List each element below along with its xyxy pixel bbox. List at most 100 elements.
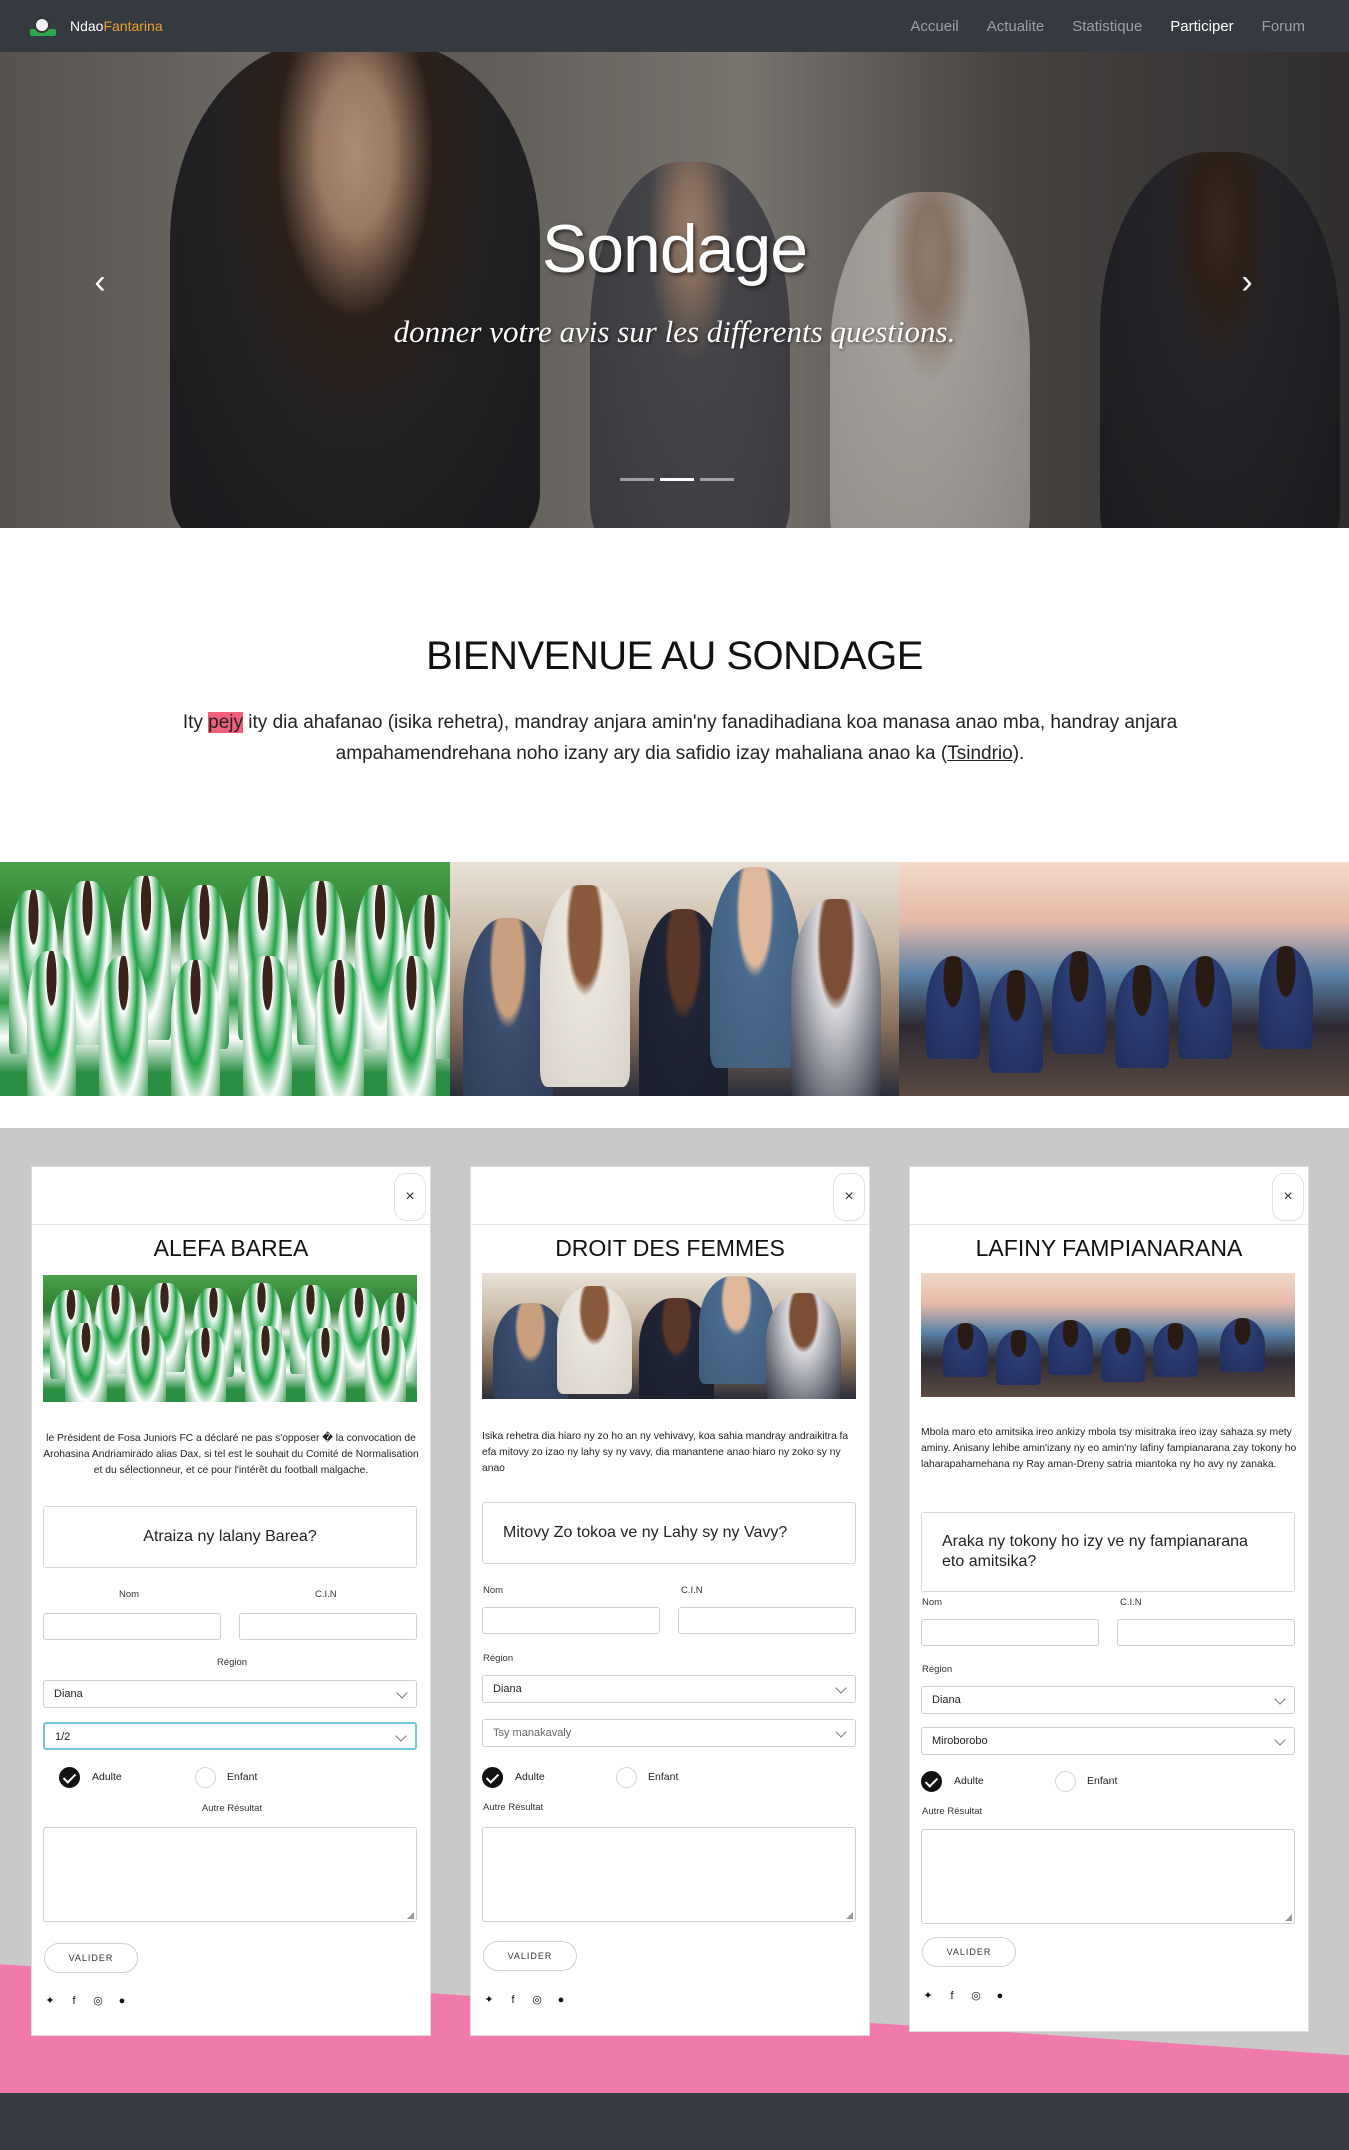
chevron-right-icon[interactable]: › xyxy=(1232,262,1262,302)
nom-input[interactable] xyxy=(921,1619,1099,1646)
twitter-icon[interactable]: ✦ xyxy=(483,1994,495,2006)
answer-select[interactable]: Tsy manakavaly xyxy=(482,1719,856,1747)
region-label: Région xyxy=(483,1653,514,1664)
carousel-indicator-active[interactable] xyxy=(660,478,694,481)
nom-label: Nom xyxy=(922,1597,943,1608)
enfant-label: Enfant xyxy=(1087,1775,1118,1787)
nav-link-statistique[interactable]: Statistique xyxy=(1072,18,1142,35)
twitter-icon[interactable]: ✦ xyxy=(922,1990,934,2002)
carousel-indicator[interactable] xyxy=(700,478,734,481)
chevron-down-icon xyxy=(1274,1734,1286,1746)
adulte-radio[interactable] xyxy=(59,1767,80,1788)
nav-link-participer[interactable]: Participer xyxy=(1170,18,1233,35)
cin-input[interactable] xyxy=(239,1613,417,1640)
github-icon[interactable]: ● xyxy=(555,1994,567,2006)
adulte-radio[interactable] xyxy=(921,1771,942,1792)
instagram-icon[interactable]: ◎ xyxy=(92,1995,104,2007)
chevron-down-icon xyxy=(395,1730,407,1742)
region-select[interactable]: Diana xyxy=(482,1675,856,1703)
nav-link-forum[interactable]: Forum xyxy=(1262,18,1305,35)
cin-input[interactable] xyxy=(1117,1619,1295,1646)
cin-input[interactable] xyxy=(678,1607,856,1634)
valider-button[interactable]: VALIDER xyxy=(483,1941,577,1971)
social-links: ✦ f ◎ ● xyxy=(44,1995,140,2007)
footer xyxy=(0,2093,1349,2150)
card-description: Isika rehetra dia hiaro ny zo ho an ny v… xyxy=(482,1431,849,1474)
social-links: ✦ f ◎ ● xyxy=(922,1990,1018,2002)
nom-input[interactable] xyxy=(43,1613,221,1640)
close-button[interactable]: × xyxy=(833,1173,865,1221)
question-box: Mitovy Zo tokoa ve ny Lahy sy ny Vavy? xyxy=(482,1502,856,1564)
classroom-children-image xyxy=(921,1273,1295,1397)
valider-button[interactable]: VALIDER xyxy=(44,1943,138,1973)
card-description: le Président de Fosa Juniors FC a déclar… xyxy=(43,1433,419,1476)
adulte-label: Adulte xyxy=(92,1771,122,1783)
carousel-indicators xyxy=(617,478,737,481)
github-icon[interactable]: ● xyxy=(994,1990,1006,2002)
region-label: Région xyxy=(922,1664,953,1675)
diverse-people-image xyxy=(482,1273,856,1399)
facebook-icon[interactable]: f xyxy=(68,1995,80,2007)
social-links: ✦ f ◎ ● xyxy=(483,1994,579,2006)
nom-input[interactable] xyxy=(482,1607,660,1634)
answer-select[interactable]: 1/2 xyxy=(43,1722,417,1750)
region-label: Région xyxy=(216,1657,248,1668)
cin-label: C.I.N xyxy=(1120,1597,1142,1608)
twitter-icon[interactable]: ✦ xyxy=(44,1995,56,2007)
autre-resultat-textarea[interactable] xyxy=(482,1827,856,1922)
nav-link-accueil[interactable]: Accueil xyxy=(910,18,958,35)
football-team-image xyxy=(0,862,450,1096)
chevron-left-icon[interactable]: ‹ xyxy=(85,262,115,302)
enfant-radio[interactable] xyxy=(1055,1771,1076,1792)
facebook-icon[interactable]: f xyxy=(946,1990,958,2002)
classroom-children-image xyxy=(899,862,1349,1096)
brand[interactable]: NdaoFantarina xyxy=(30,15,163,37)
answer-select[interactable]: Miroborobo xyxy=(921,1727,1295,1755)
enfant-label: Enfant xyxy=(648,1771,679,1783)
hero-carousel: Sondage donner votre avis sur les differ… xyxy=(0,52,1349,528)
cin-label: C.I.N xyxy=(681,1585,703,1596)
enfant-radio[interactable] xyxy=(616,1767,637,1788)
survey-card-alefa-barea: × ALEFA BAREA le Président de Fosa Junio… xyxy=(31,1166,431,2036)
topic-image-strip xyxy=(0,862,1349,1096)
region-select[interactable]: Diana xyxy=(43,1680,417,1708)
tsindrio-link[interactable]: Tsindrio xyxy=(947,743,1012,764)
chevron-down-icon xyxy=(835,1682,847,1694)
facebook-icon[interactable]: f xyxy=(507,1994,519,2006)
autre-resultat-label: Autre Résultat xyxy=(922,1806,983,1817)
adulte-radio[interactable] xyxy=(482,1767,503,1788)
close-button[interactable]: × xyxy=(394,1173,426,1221)
survey-card-droit-des-femmes: × DROIT DES FEMMES Isika rehetra dia hia… xyxy=(470,1166,870,2036)
question-box: Araka ny tokony ho izy ve ny fampianaran… xyxy=(921,1512,1295,1592)
hero-title: Sondage xyxy=(541,211,808,287)
chevron-down-icon xyxy=(396,1687,408,1699)
navbar: NdaoFantarina Accueil Actualite Statisti… xyxy=(0,0,1349,52)
enfant-label: Enfant xyxy=(227,1771,258,1783)
carousel-indicator[interactable] xyxy=(620,478,654,481)
instagram-icon[interactable]: ◎ xyxy=(970,1990,982,2002)
autre-resultat-label: Autre Résultat xyxy=(201,1803,263,1814)
nav-link-actualite[interactable]: Actualite xyxy=(987,18,1045,35)
nav-links: Accueil Actualite Statistique Participer… xyxy=(882,0,1305,52)
github-icon[interactable]: ● xyxy=(116,1995,128,2007)
football-team-image xyxy=(43,1275,417,1402)
diverse-people-image xyxy=(449,862,900,1096)
autre-resultat-textarea[interactable] xyxy=(921,1829,1295,1924)
question-box: Atraiza ny lalany Barea? xyxy=(43,1506,417,1568)
brand-name: NdaoFantarina xyxy=(70,18,163,34)
card-description: Mbola maro eto amitsika ireo ankizy mbol… xyxy=(921,1427,1297,1470)
region-select[interactable]: Diana xyxy=(921,1686,1295,1714)
survey-card-lafiny-fampianarana: × LAFINY FAMPIANARANA Mbola maro eto ami… xyxy=(909,1166,1309,2032)
welcome-title: BIENVENUE AU SONDAGE xyxy=(426,634,923,678)
valider-button[interactable]: VALIDER xyxy=(922,1937,1016,1967)
instagram-icon[interactable]: ◎ xyxy=(531,1994,543,2006)
chevron-down-icon xyxy=(1274,1693,1286,1705)
close-button[interactable]: × xyxy=(1272,1173,1304,1221)
enfant-radio[interactable] xyxy=(195,1767,216,1788)
hero-subtitle: donner votre avis sur les differents que… xyxy=(393,314,956,349)
autre-resultat-textarea[interactable] xyxy=(43,1827,417,1922)
adulte-label: Adulte xyxy=(954,1775,984,1787)
highlighted-word: pejy xyxy=(208,712,244,733)
adulte-label: Adulte xyxy=(515,1771,545,1783)
card-title: ALEFA BAREA xyxy=(153,1235,309,1261)
